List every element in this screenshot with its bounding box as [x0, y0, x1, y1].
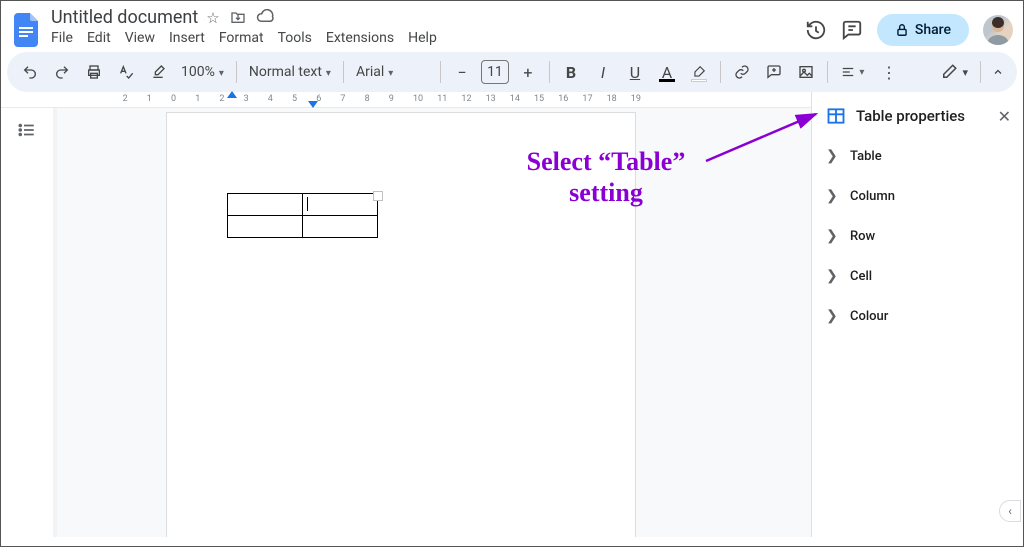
menu-edit[interactable]: Edit [87, 30, 111, 46]
chevron-right-icon: ❯ [826, 268, 836, 284]
ruler-tick: 15 [534, 94, 544, 104]
ruler-tick: 17 [582, 94, 592, 104]
ruler-tick: 13 [486, 94, 496, 104]
undo-icon[interactable] [17, 58, 43, 86]
document-page[interactable] [166, 112, 636, 537]
document-title[interactable]: Untitled document [51, 7, 198, 28]
ruler-tick: 6 [316, 94, 321, 104]
lock-icon [895, 23, 909, 37]
cloud-status-icon[interactable] [256, 9, 274, 27]
ruler-tick: 5 [292, 94, 297, 104]
section-label: Table [850, 149, 882, 164]
section-column[interactable]: ❯ Column [812, 176, 1023, 216]
redo-icon[interactable] [49, 58, 75, 86]
separator [549, 61, 550, 83]
editing-mode-select[interactable]: ▾ [940, 63, 972, 81]
history-icon[interactable] [805, 19, 827, 41]
share-label: Share [915, 22, 951, 38]
ruler-tick: 2 [123, 94, 128, 104]
section-colour[interactable]: ❯ Colour [812, 296, 1023, 336]
italic-icon[interactable]: I [590, 58, 616, 86]
share-button[interactable]: Share [877, 14, 969, 46]
align-select-icon[interactable] [836, 58, 870, 86]
insert-link-icon[interactable] [729, 58, 755, 86]
text-color-icon[interactable]: A [654, 58, 680, 86]
comments-icon[interactable] [841, 19, 863, 41]
insert-image-icon[interactable] [793, 58, 819, 86]
paint-format-icon[interactable] [145, 58, 171, 86]
separator [236, 61, 237, 83]
table-properties-icon [826, 106, 846, 126]
ruler-tick: 11 [437, 94, 447, 104]
ruler-tick: 8 [365, 94, 370, 104]
chevron-right-icon: ❯ [826, 148, 836, 164]
print-icon[interactable] [81, 58, 107, 86]
menu-file[interactable]: File [51, 30, 73, 46]
table-properties-panel: Table properties ✕ ❯ Table ❯ Column ❯ Ro… [811, 92, 1023, 537]
ruler-tick: 9 [389, 94, 394, 104]
close-panel-icon[interactable]: ✕ [998, 107, 1011, 126]
avatar[interactable] [983, 15, 1013, 45]
ruler-tick: 19 [631, 94, 641, 104]
font-size-input[interactable]: 11 [481, 60, 509, 84]
table-drag-handle[interactable] [373, 191, 383, 201]
section-label: Colour [850, 309, 888, 324]
show-side-panel-icon[interactable]: ‹ [999, 500, 1021, 522]
bold-icon[interactable]: B [558, 58, 584, 86]
add-comment-icon[interactable] [761, 58, 787, 86]
font-select[interactable]: Arial [352, 64, 432, 80]
ruler-tick: 7 [340, 94, 345, 104]
menu-format[interactable]: Format [219, 30, 264, 46]
ruler-tick: 1 [147, 94, 152, 104]
increase-font-icon[interactable]: + [515, 58, 541, 86]
panel-title: Table properties [856, 107, 988, 125]
menu-view[interactable]: View [125, 30, 155, 46]
paragraph-style-select[interactable]: Normal text [245, 64, 335, 80]
hide-menus-icon[interactable] [989, 63, 1007, 81]
ruler-tick: 10 [413, 94, 423, 104]
zoom-select[interactable]: 100% [177, 64, 228, 80]
section-label: Row [850, 229, 875, 244]
section-label: Column [850, 189, 895, 204]
chevron-right-icon: ❯ [826, 188, 836, 204]
decrease-font-icon[interactable]: − [449, 58, 475, 86]
menu-extensions[interactable]: Extensions [326, 30, 394, 46]
menu-help[interactable]: Help [408, 30, 437, 46]
move-icon[interactable] [230, 9, 246, 27]
document-table[interactable] [227, 193, 378, 238]
chevron-right-icon: ❯ [826, 228, 836, 244]
ruler-tick: 4 [268, 94, 273, 104]
horizontal-ruler[interactable]: 21012345678910111213141516171819 [1, 92, 811, 108]
section-row[interactable]: ❯ Row [812, 216, 1023, 256]
ruler-tick: 12 [461, 94, 471, 104]
highlight-color-icon[interactable] [686, 58, 712, 86]
section-table[interactable]: ❯ Table [812, 136, 1023, 176]
docs-logo[interactable] [11, 14, 43, 46]
text-caret [307, 197, 308, 211]
spellcheck-icon[interactable] [113, 58, 139, 86]
ruler-tick: 16 [558, 94, 568, 104]
menu-insert[interactable]: Insert [169, 30, 205, 46]
separator [343, 61, 344, 83]
separator [720, 61, 721, 83]
ruler-tick: 3 [244, 94, 249, 104]
ruler-tick: 2 [219, 94, 224, 104]
chevron-right-icon: ❯ [826, 308, 836, 324]
separator [827, 61, 828, 83]
section-cell[interactable]: ❯ Cell [812, 256, 1023, 296]
ruler-tick: 14 [510, 94, 520, 104]
star-icon[interactable]: ☆ [206, 9, 219, 27]
menu-tools[interactable]: Tools [278, 30, 312, 46]
separator [440, 61, 441, 83]
ruler-tick: 1 [195, 94, 200, 104]
ruler-tick: 18 [607, 94, 617, 104]
ruler-tick: 0 [171, 94, 176, 104]
more-icon[interactable]: ⋮ [876, 58, 902, 86]
separator [980, 61, 981, 83]
underline-icon[interactable]: U [622, 58, 648, 86]
toolbar: 100% Normal text Arial − 11 + B I U A ⋮ [7, 52, 1017, 92]
section-label: Cell [850, 269, 872, 284]
document-outline-icon[interactable] [15, 118, 39, 142]
